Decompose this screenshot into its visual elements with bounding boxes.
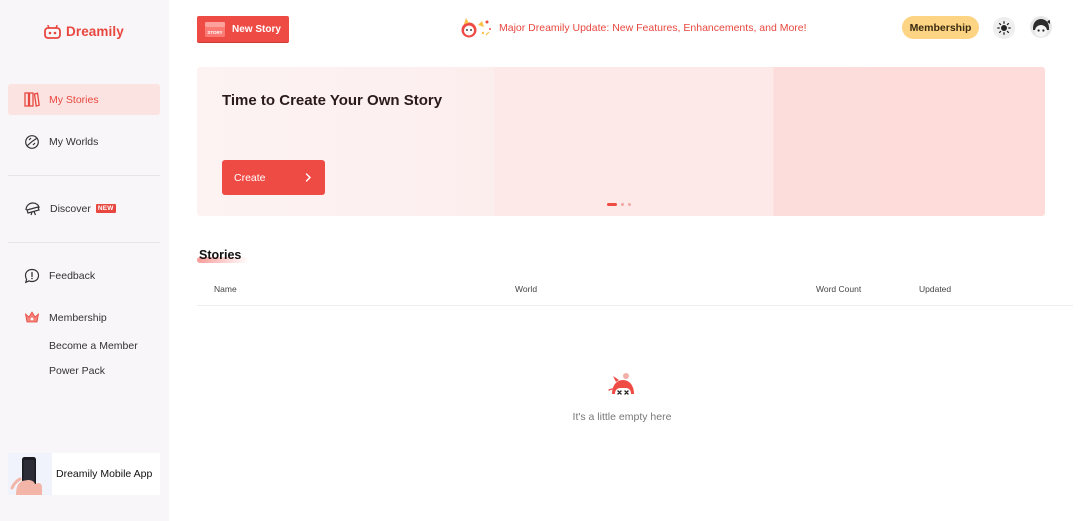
phone-in-hand-icon	[8, 453, 52, 495]
sidebar-subitem-become-member[interactable]: Become a Member	[49, 340, 138, 352]
logo-text: Dreamily	[66, 24, 124, 39]
sidebar-subitem-power-pack[interactable]: Power Pack	[49, 365, 105, 377]
sidebar-item-label: My Stories	[49, 93, 99, 106]
sidebar: Dreamily My Stories My Worlds Discover N…	[0, 0, 169, 521]
sidebar-divider	[8, 242, 160, 243]
hero-banner: Time to Create Your Own Story Create	[197, 67, 1045, 216]
party-mascot-icon	[461, 18, 491, 38]
sidebar-item-label: Membership	[49, 311, 107, 324]
story-box-icon: STORY	[205, 22, 225, 37]
mobile-app-label: Dreamily Mobile App	[56, 468, 153, 480]
telescope-icon	[25, 202, 40, 216]
sidebar-item-feedback[interactable]: Feedback	[8, 260, 160, 291]
sidebar-divider	[8, 175, 160, 176]
create-button-label: Create	[234, 171, 266, 184]
sidebar-item-my-worlds[interactable]: My Worlds	[8, 126, 160, 157]
chevron-right-icon	[305, 173, 311, 182]
theme-toggle-button[interactable]	[993, 17, 1015, 39]
logo[interactable]: Dreamily	[44, 24, 124, 39]
carousel-dot-3[interactable]	[628, 203, 631, 206]
new-badge: NEW	[95, 204, 116, 213]
sidebar-item-label: My Worlds	[49, 135, 99, 148]
banner-title: Time to Create Your Own Story	[222, 92, 443, 109]
user-avatar[interactable]	[1030, 16, 1052, 38]
membership-button-label: Membership	[909, 21, 972, 34]
column-header-word-count: Word Count	[816, 284, 862, 294]
sun-icon	[997, 21, 1011, 35]
carousel-dot-1[interactable]	[607, 203, 617, 206]
books-icon	[24, 92, 40, 107]
announcement-text: Major Dreamily Update: New Features, Enh…	[499, 22, 807, 34]
new-story-label: New Story	[232, 23, 281, 35]
empty-state-text: It's a little empty here	[572, 411, 672, 423]
stories-section-title: Stories	[199, 248, 242, 262]
carousel-dot-2[interactable]	[621, 203, 624, 206]
planet-icon	[25, 134, 39, 149]
avatar-icon	[1030, 16, 1052, 38]
new-story-button[interactable]: STORY New Story	[197, 16, 289, 42]
sidebar-item-label: Discover	[50, 202, 91, 215]
crown-icon	[24, 311, 40, 323]
empty-state: It's a little empty here	[540, 372, 704, 423]
sidebar-item-label: Feedback	[49, 269, 96, 282]
sidebar-item-discover[interactable]: Discover NEW	[8, 193, 160, 224]
mobile-app-card[interactable]: Dreamily Mobile App	[8, 453, 160, 495]
sidebar-item-my-stories[interactable]: My Stories	[8, 84, 160, 115]
sidebar-item-membership[interactable]: Membership	[8, 302, 160, 333]
create-button[interactable]: Create	[222, 160, 325, 195]
membership-button[interactable]: Membership	[902, 16, 979, 39]
column-header-name: Name	[214, 284, 237, 294]
column-header-world: World	[515, 284, 538, 294]
announcement-banner[interactable]: Major Dreamily Update: New Features, Enh…	[458, 17, 807, 39]
story-badge-text: STORY	[207, 30, 222, 35]
empty-mascot-icon	[608, 373, 634, 400]
speech-bubble-icon	[24, 268, 40, 283]
robot-face-icon	[44, 24, 61, 39]
carousel-dots	[607, 203, 631, 206]
stories-table-header: Name World Word Count Updated	[197, 276, 1073, 306]
column-header-updated: Updated	[919, 284, 952, 294]
